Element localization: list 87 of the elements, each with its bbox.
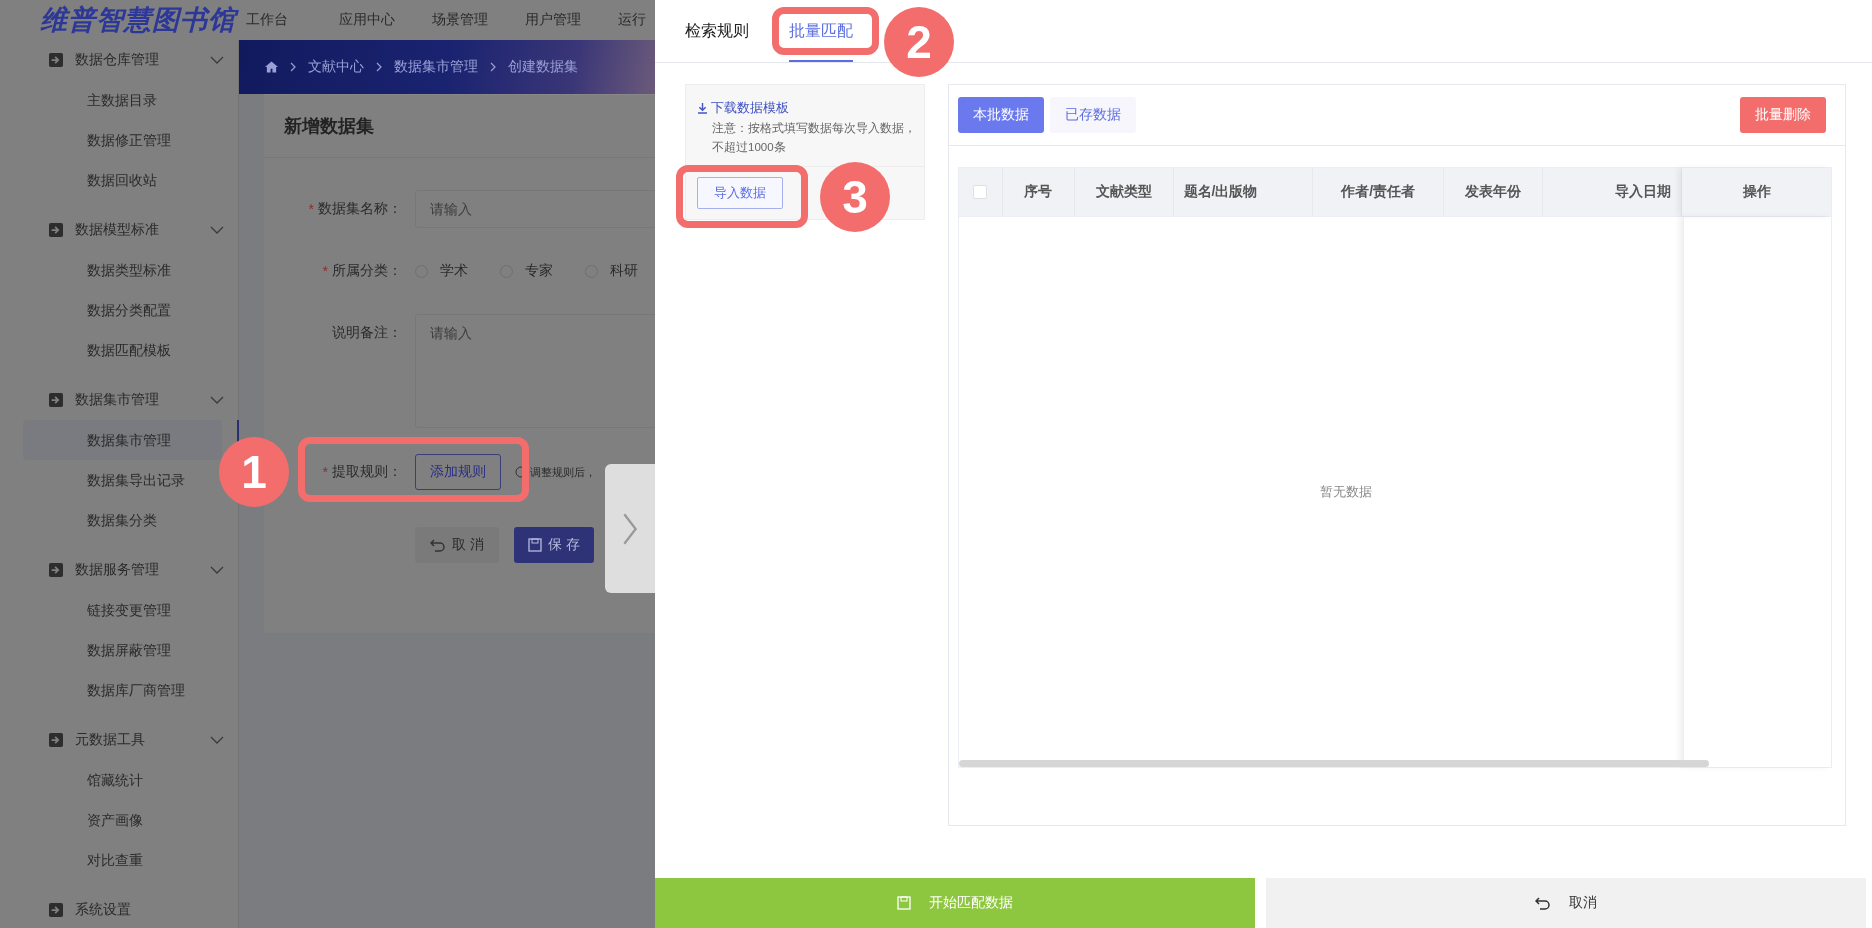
menu-group[interactable]: 元数据工具 bbox=[75, 731, 195, 749]
batch-delete-button[interactable]: 批量删除 bbox=[1740, 97, 1826, 133]
arrow-square-icon bbox=[49, 733, 63, 747]
note-text: 注意：按格式填写数据每次导入数据， bbox=[711, 121, 912, 136]
scrollbar[interactable] bbox=[959, 760, 1709, 767]
menu-item[interactable]: 数据集市管理 bbox=[23, 420, 222, 460]
chevron-right-icon bbox=[622, 511, 638, 546]
save-icon bbox=[528, 538, 543, 552]
menu-group[interactable]: 数据服务管理 bbox=[75, 561, 195, 579]
import-button[interactable]: 导入数据 bbox=[697, 177, 783, 209]
checkbox[interactable] bbox=[973, 185, 988, 199]
chevron-icon bbox=[290, 62, 296, 72]
hint-text: 调整规则后， bbox=[530, 464, 596, 480]
empty-text: 暂无数据 bbox=[1320, 483, 1372, 501]
menu-item[interactable]: 对比查重 bbox=[23, 840, 222, 880]
chevron-icon[interactable] bbox=[210, 736, 224, 744]
column-header: 序号 bbox=[1024, 183, 1053, 201]
field-label: 数据集名称： bbox=[318, 200, 402, 218]
menu-item[interactable]: 数据集分类 bbox=[23, 500, 222, 540]
required-mark: * bbox=[322, 464, 328, 480]
nav-item[interactable]: 运行 bbox=[618, 11, 655, 29]
column-header: 作者/责任者 bbox=[1341, 183, 1415, 201]
download-icon bbox=[698, 102, 707, 114]
note-text: 不超过1000条 bbox=[711, 140, 787, 155]
menu-group[interactable]: 数据集市管理 bbox=[75, 391, 195, 409]
tab[interactable]: 批量匹配 bbox=[789, 21, 853, 62]
breadcrumb-link[interactable]: 文献中心 bbox=[308, 58, 364, 76]
menu-item[interactable]: 数据修正管理 bbox=[23, 120, 222, 160]
menu-item[interactable]: 数据屏蔽管理 bbox=[23, 630, 222, 670]
undo-icon bbox=[1535, 896, 1551, 910]
tab[interactable]: 检索规则 bbox=[685, 21, 749, 62]
cancel-button[interactable]: 取消 bbox=[1266, 878, 1866, 928]
radio-label[interactable]: 学术 bbox=[440, 262, 468, 280]
undo-icon bbox=[430, 538, 447, 552]
breadcrumb-link[interactable]: 数据集市管理 bbox=[394, 58, 478, 76]
menu-item[interactable]: 数据库厂商管理 bbox=[23, 670, 222, 710]
field-label: 提取规则： bbox=[332, 463, 402, 481]
home-icon[interactable] bbox=[265, 61, 278, 73]
menu-item[interactable]: 数据回收站 bbox=[23, 160, 222, 200]
column-header: 发表年份 bbox=[1464, 183, 1521, 201]
nav-item[interactable]: 场景管理 bbox=[432, 11, 525, 29]
arrow-square-icon bbox=[49, 903, 63, 917]
menu-group[interactable]: 系统设置 bbox=[75, 901, 195, 919]
chevron-icon[interactable] bbox=[210, 396, 224, 404]
field-label: 所属分类： bbox=[332, 262, 402, 280]
add-rule-button[interactable]: 添加规则 bbox=[415, 454, 501, 490]
chevron-icon[interactable] bbox=[210, 566, 224, 574]
radio-label[interactable]: 专家 bbox=[525, 262, 553, 280]
radio-label[interactable]: 科研 bbox=[610, 262, 638, 280]
chevron-icon bbox=[490, 62, 496, 72]
chevron-icon[interactable] bbox=[210, 226, 224, 234]
menu-item[interactable]: 数据集导出记录 bbox=[23, 460, 222, 500]
name-input[interactable]: 请输入 bbox=[415, 190, 655, 228]
remark-textarea[interactable]: 请输入 bbox=[415, 314, 655, 428]
required-mark: * bbox=[308, 201, 314, 217]
nav-item[interactable]: 工作台 bbox=[246, 11, 339, 29]
data-tab[interactable]: 已存数据 bbox=[1050, 97, 1136, 133]
menu-item[interactable]: 主数据目录 bbox=[23, 80, 222, 120]
column-header: 操作 bbox=[1742, 183, 1771, 201]
menu-item[interactable]: 馆藏统计 bbox=[23, 760, 222, 800]
menu-item[interactable]: 数据分类配置 bbox=[23, 290, 222, 330]
arrow-square-icon bbox=[49, 393, 63, 407]
download-template-link[interactable]: 下载数据模板 bbox=[698, 99, 912, 117]
chevron-icon[interactable] bbox=[210, 56, 224, 64]
menu-item[interactable]: 资产画像 bbox=[23, 800, 222, 840]
save-icon bbox=[897, 896, 911, 910]
nav-item[interactable]: 应用中心 bbox=[339, 11, 432, 29]
data-tab[interactable]: 本批数据 bbox=[958, 97, 1044, 133]
breadcrumb-link[interactable]: 创建数据集 bbox=[508, 58, 578, 76]
chevron-icon bbox=[376, 62, 382, 72]
column-header: 文献类型 bbox=[1095, 183, 1152, 201]
column-header: 题名/出版物 bbox=[1183, 183, 1258, 201]
menu-item[interactable]: 链接变更管理 bbox=[23, 590, 222, 630]
menu-group[interactable]: 数据模型标准 bbox=[75, 221, 195, 239]
arrow-square-icon bbox=[49, 223, 63, 237]
arrow-square-icon bbox=[49, 53, 63, 67]
field-label: 说明备注： bbox=[332, 324, 402, 342]
menu-item[interactable]: 数据匹配模板 bbox=[23, 330, 222, 370]
cancel-button[interactable]: 取 消 bbox=[415, 527, 499, 563]
menu-item[interactable]: 数据类型标准 bbox=[23, 250, 222, 290]
nav-item[interactable]: 用户管理 bbox=[525, 11, 618, 29]
column-header: 导入日期 bbox=[1615, 183, 1672, 201]
arrow-square-icon bbox=[49, 563, 63, 577]
save-button[interactable]: 保 存 bbox=[514, 527, 594, 563]
start-match-button[interactable]: 开始匹配数据 bbox=[655, 878, 1255, 928]
menu-group[interactable]: 数据仓库管理 bbox=[75, 51, 195, 69]
required-mark: * bbox=[322, 263, 328, 279]
